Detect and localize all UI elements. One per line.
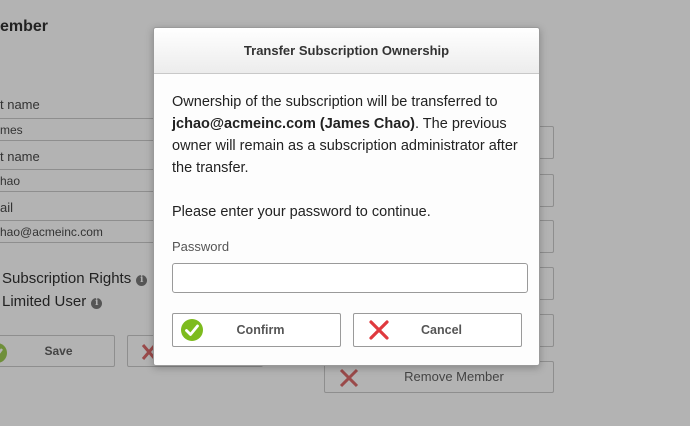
close-icon xyxy=(339,368,359,388)
subscription-rights-label: Subscription Rights xyxy=(2,270,132,287)
message-user: jchao@acmeinc.com (James Chao) xyxy=(172,116,416,132)
check-circle-icon xyxy=(0,343,7,363)
side-button-2[interactable] xyxy=(540,174,554,207)
side-button-5[interactable] xyxy=(540,314,554,347)
email-field[interactable]: hao@acmeinc.com xyxy=(0,220,160,243)
transfer-message: Ownership of the subscription will be tr… xyxy=(172,91,532,179)
info-icon[interactable]: i xyxy=(136,275,148,286)
last-name-label: t name xyxy=(0,149,40,164)
side-button-3[interactable] xyxy=(540,220,554,253)
confirm-button[interactable]: Confirm xyxy=(172,313,341,347)
check-circle-icon xyxy=(181,319,203,341)
first-name-field[interactable]: mes xyxy=(0,118,160,141)
info-icon[interactable]: i xyxy=(91,298,103,309)
page-title: ember xyxy=(0,18,49,35)
side-button-1[interactable] xyxy=(540,126,554,159)
close-icon xyxy=(369,320,389,340)
password-input[interactable] xyxy=(172,263,528,293)
transfer-ownership-dialog: Transfer Subscription Ownership Ownershi… xyxy=(153,27,540,366)
save-label: Save xyxy=(44,344,73,358)
dialog-message: Ownership of the subscription will be tr… xyxy=(172,91,532,223)
message-prefix: Ownership of the subscription will be tr… xyxy=(172,94,498,110)
dialog-title: Transfer Subscription Ownership xyxy=(154,28,539,74)
password-label: Password xyxy=(172,239,230,254)
email-label: ail xyxy=(0,200,14,215)
side-button-4[interactable] xyxy=(540,267,554,300)
remove-member-label: Remove Member xyxy=(404,369,504,384)
limited-user-label: Limited User xyxy=(2,293,87,310)
subscription-rights-option[interactable]: Subscription Rights i xyxy=(2,270,148,287)
save-button[interactable]: Save xyxy=(0,335,115,367)
last-name-field[interactable]: hao xyxy=(0,169,160,192)
password-instruction: Please enter your password to continue. xyxy=(172,204,431,220)
limited-user-option[interactable]: Limited User i xyxy=(2,293,103,310)
cancel-button[interactable]: Cancel xyxy=(353,313,522,347)
first-name-label: t name xyxy=(0,97,40,112)
